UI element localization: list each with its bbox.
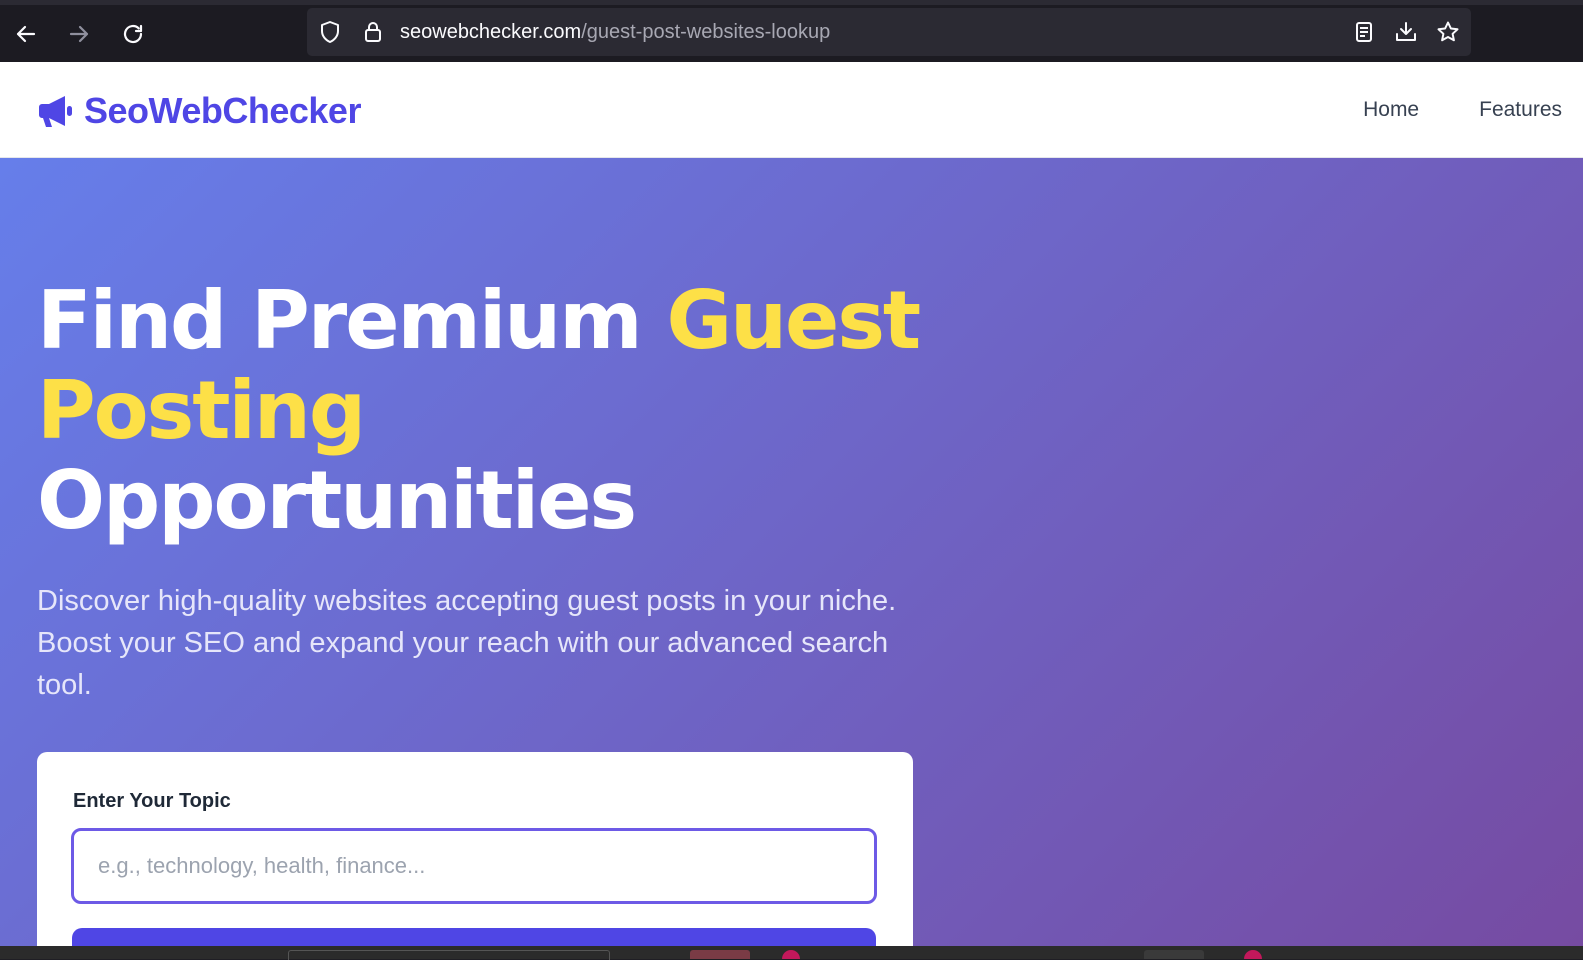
topic-label: Enter Your Topic [73,790,231,812]
url-actions [1351,19,1461,45]
forward-arrow-icon[interactable] [64,19,94,49]
reload-icon[interactable] [118,19,148,49]
hero-title: Find Premium Guest Posting Opportunities [37,276,937,546]
nav-features-link[interactable]: Features [1479,98,1562,122]
taskbar [0,946,1583,960]
search-card: Enter Your Topic [37,752,913,946]
hero-title-part2: Opportunities [37,454,637,547]
back-arrow-icon[interactable] [11,19,41,49]
reader-view-icon[interactable] [1351,19,1377,45]
taskbar-item[interactable] [690,950,750,959]
hero-title-part1: Find Premium [37,274,667,367]
search-button[interactable] [72,928,876,946]
url-path: /guest-post-websites-lookup [581,21,831,43]
site-header: SeoWebChecker Home Features [0,62,1583,158]
main-nav: Home Features [1363,98,1562,122]
taskbar-item[interactable] [1244,950,1262,959]
megaphone-icon [37,92,75,130]
address-bar[interactable]: seowebchecker.com/guest-post-websites-lo… [307,8,1471,56]
download-icon[interactable] [1393,19,1419,45]
hero-subtitle: Discover high-quality websites accepting… [37,585,897,701]
taskbar-item[interactable] [782,950,800,959]
taskbar-item[interactable] [1144,950,1204,959]
url-host: seowebchecker.com [400,21,582,43]
bookmark-star-icon[interactable] [1435,19,1461,45]
site-logo[interactable]: SeoWebChecker [37,90,361,132]
topic-input[interactable] [71,828,877,904]
url-text[interactable]: seowebchecker.com/guest-post-websites-lo… [400,19,830,45]
hero-section: Find Premium Guest Posting Opportunities… [0,158,1583,946]
nav-home-link[interactable]: Home [1363,98,1419,122]
lock-icon[interactable] [361,20,385,44]
browser-toolbar: seowebchecker.com/guest-post-websites-lo… [0,0,1583,62]
shield-icon[interactable] [318,20,342,44]
logo-text: SeoWebChecker [84,90,361,131]
